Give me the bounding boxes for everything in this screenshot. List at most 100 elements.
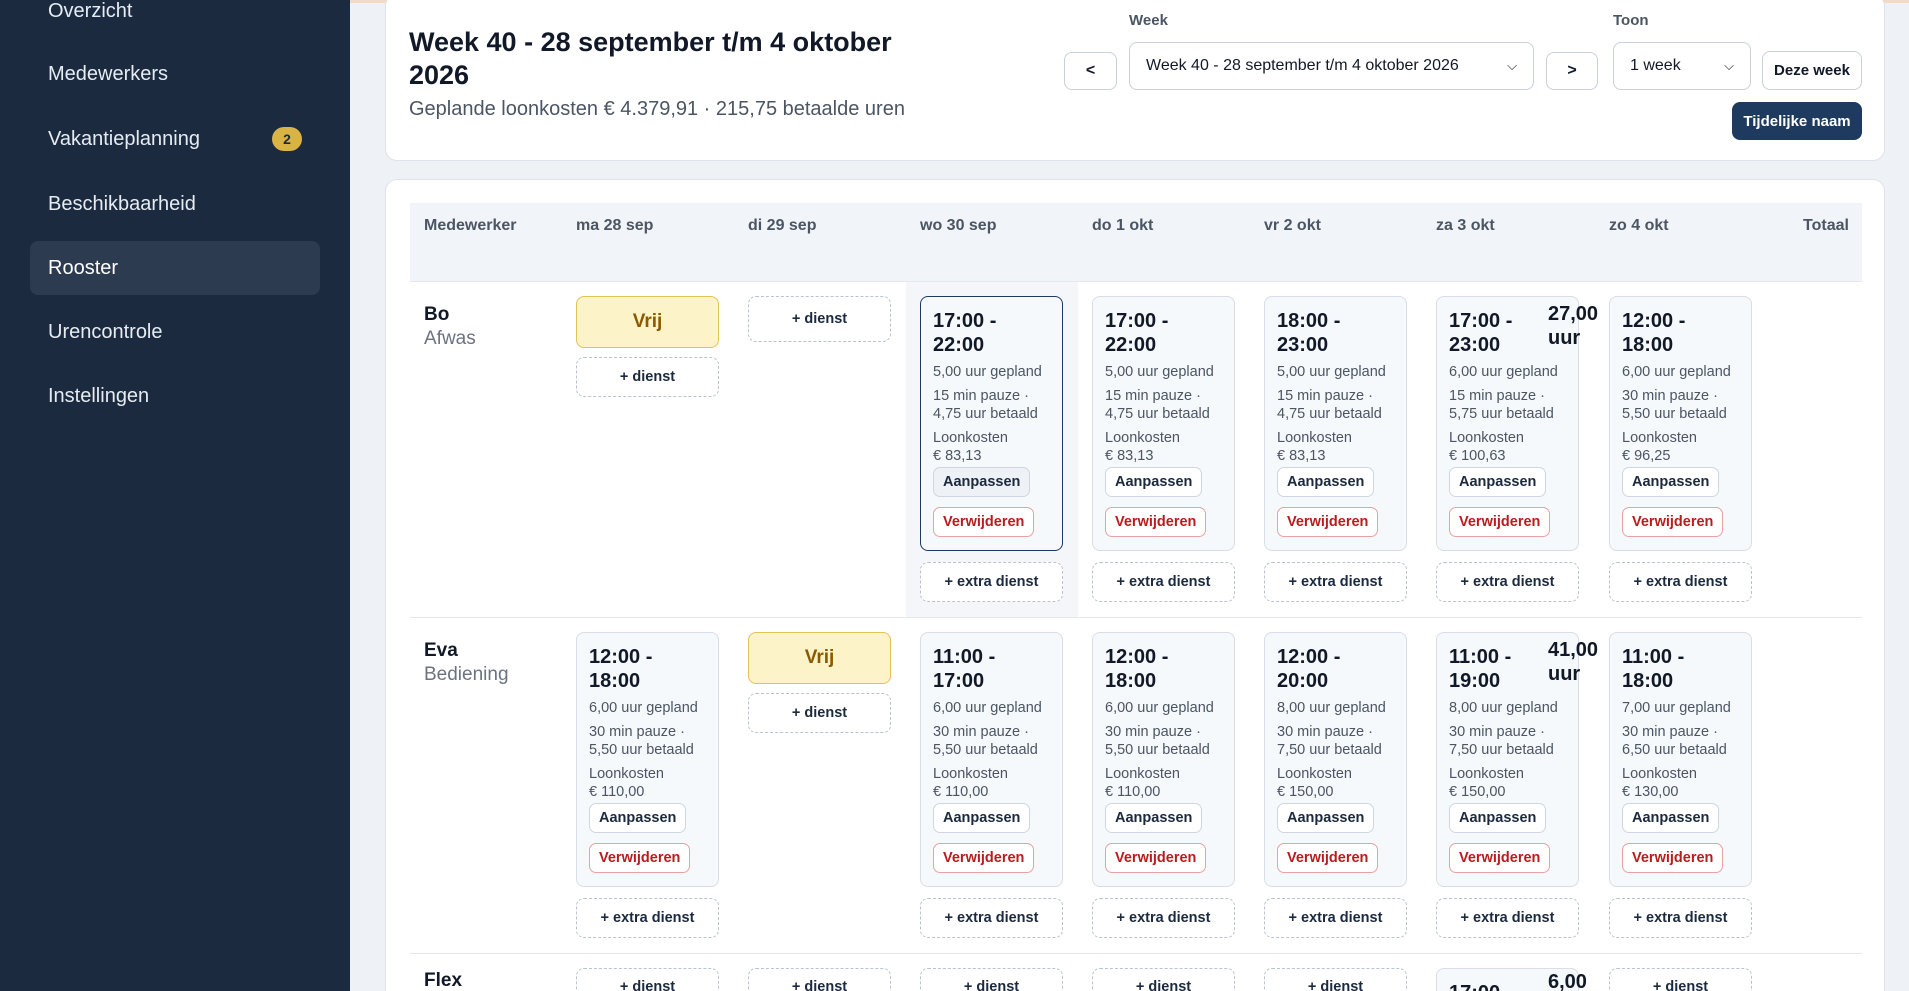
view-range-select[interactable]: 1 week ⌵ (1613, 42, 1751, 90)
sidebar-item-label: Urencontrole (48, 320, 163, 343)
column-header: vr 2 okt (1264, 217, 1321, 234)
add-shift-button[interactable]: + dienst (748, 296, 891, 342)
pause-info: 30 min pauze · (589, 724, 685, 740)
shift-card[interactable]: 11:00 - 17:00 6,00 uur gepland 30 min pa… (920, 632, 1063, 887)
table-row: Eva Bediening 12:00 - 18:00 6,00 uur gep… (410, 617, 1862, 953)
paid-hours: 4,75 uur betaald (1277, 406, 1382, 422)
delete-shift-button[interactable]: Verwijderen (933, 507, 1035, 537)
extra-shift-button[interactable]: + extra dienst (1436, 562, 1579, 602)
this-week-button[interactable]: Deze week (1762, 51, 1862, 90)
main-content: Week 40 - 28 september t/m 4 oktober 202… (350, 0, 1909, 991)
add-shift-button[interactable]: + dienst (920, 968, 1063, 991)
wage-label: Loonkosten (1105, 766, 1180, 782)
shift-card[interactable]: 12:00 - 20:00 8,00 uur gepland 30 min pa… (1264, 632, 1407, 887)
extra-shift-button[interactable]: + extra dienst (1609, 562, 1752, 602)
delete-shift-button[interactable]: Verwijderen (1622, 843, 1724, 873)
toon-label: Toon (1613, 12, 1649, 29)
extra-shift-button[interactable]: + extra dienst (1609, 898, 1752, 938)
extra-shift-button[interactable]: + extra dienst (920, 562, 1063, 602)
delete-shift-button[interactable]: Verwijderen (1277, 507, 1379, 537)
edit-shift-button[interactable]: Aanpassen (1449, 803, 1547, 833)
add-shift-button[interactable]: + dienst (748, 693, 891, 733)
shift-card[interactable]: 17:00 - 22:00 5,00 uur gepland 15 min pa… (920, 296, 1063, 551)
extra-shift-button[interactable]: + extra dienst (1092, 898, 1235, 938)
edit-shift-button[interactable]: Aanpassen (1105, 803, 1203, 833)
total-hours: 41,00 (1548, 639, 1599, 661)
total-unit: uur (1548, 327, 1581, 349)
sidebar-item-vakantieplanning[interactable]: Vakantieplanning 2 (30, 112, 320, 166)
extra-shift-button[interactable]: + extra dienst (920, 898, 1063, 938)
column-header: Medewerker (424, 217, 517, 234)
shift-card[interactable]: 18:00 - 23:00 5,00 uur gepland 15 min pa… (1264, 296, 1407, 551)
pause-info: 15 min pauze · (1277, 388, 1373, 404)
temporary-name-button[interactable]: Tijdelijke naam (1732, 102, 1862, 140)
extra-shift-button[interactable]: + extra dienst (576, 898, 719, 938)
count-badge: 2 (272, 127, 302, 151)
delete-shift-button[interactable]: Verwijderen (1449, 843, 1551, 873)
edit-shift-button[interactable]: Aanpassen (1622, 467, 1720, 497)
shift-start: 12:00 - (589, 646, 653, 668)
shift-card[interactable]: 12:00 - 18:00 6,00 uur gepland 30 min pa… (1609, 296, 1752, 551)
edit-shift-button[interactable]: Aanpassen (933, 803, 1031, 833)
sidebar-item-instellingen[interactable]: Instellingen (30, 369, 320, 423)
shift-end: 20:00 (1277, 670, 1329, 692)
sidebar-item-label: Overzicht (48, 0, 133, 22)
pause-info: 15 min pauze · (933, 388, 1029, 404)
delete-shift-button[interactable]: Verwijderen (1277, 843, 1379, 873)
employee-role: Bediening (424, 664, 509, 685)
extra-shift-button[interactable]: + extra dienst (1436, 898, 1579, 938)
table-row: Bo Afwas Vrij + dienst + dienst 17:00 - … (410, 281, 1862, 618)
add-shift-button[interactable]: + dienst (1264, 968, 1407, 991)
edit-shift-button[interactable]: Aanpassen (1105, 467, 1203, 497)
pause-info: 15 min pauze · (1449, 388, 1545, 404)
extra-shift-button[interactable]: + extra dienst (1092, 562, 1235, 602)
add-shift-button[interactable]: + dienst (748, 968, 891, 991)
shift-card[interactable]: 12:00 - 18:00 6,00 uur gepland 30 min pa… (576, 632, 719, 887)
add-shift-button[interactable]: + dienst (1609, 968, 1752, 991)
edit-shift-button[interactable]: Aanpassen (1622, 803, 1720, 833)
sidebar-item-beschikbaarheid[interactable]: Beschikbaarheid (30, 177, 320, 231)
sidebar-item-label: Beschikbaarheid (48, 192, 196, 215)
paid-hours: 5,75 uur betaald (1449, 406, 1554, 422)
delete-shift-button[interactable]: Verwijderen (589, 843, 691, 873)
paid-hours: 5,50 uur betaald (1105, 742, 1210, 758)
prev-week-button[interactable]: < (1064, 52, 1117, 90)
add-shift-button[interactable]: + dienst (1092, 968, 1235, 991)
column-header: ma 28 sep (576, 217, 654, 234)
shift-card[interactable]: 12:00 - 18:00 6,00 uur gepland 30 min pa… (1092, 632, 1235, 887)
week-label: Week (1129, 12, 1168, 29)
shift-start: 11:00 - (933, 646, 996, 668)
delete-shift-button[interactable]: Verwijderen (1449, 507, 1551, 537)
sidebar-item-label: Rooster (48, 256, 119, 279)
add-shift-button[interactable]: + dienst (576, 357, 719, 397)
shift-card[interactable]: 17:00 - 22:00 5,00 uur gepland 15 min pa… (1092, 296, 1235, 551)
column-header: wo 30 sep (920, 217, 997, 234)
delete-shift-button[interactable]: Verwijderen (1105, 507, 1207, 537)
wage-cost: € 83,13 (1277, 448, 1326, 464)
shift-card[interactable]: 11:00 - 18:00 7,00 uur gepland 30 min pa… (1609, 632, 1752, 887)
delete-shift-button[interactable]: Verwijderen (1105, 843, 1207, 873)
planned-hours: 8,00 uur gepland (1277, 700, 1386, 716)
extra-shift-button[interactable]: + extra dienst (1264, 562, 1407, 602)
edit-shift-button[interactable]: Aanpassen (589, 803, 687, 833)
sidebar-item-urencontrole[interactable]: Urencontrole (30, 305, 320, 359)
sidebar-item-overzicht[interactable]: Overzicht (30, 0, 320, 38)
shift-end: 23:00 (1277, 334, 1329, 356)
edit-shift-button[interactable]: Aanpassen (1277, 467, 1375, 497)
delete-shift-button[interactable]: Verwijderen (1622, 507, 1724, 537)
sidebar-item-rooster[interactable]: Rooster (30, 241, 320, 295)
paid-hours: 4,75 uur betaald (1105, 406, 1210, 422)
extra-shift-button[interactable]: + extra dienst (1264, 898, 1407, 938)
wage-cost: € 130,00 (1622, 784, 1679, 800)
planned-hours: 6,00 uur gepland (1105, 700, 1214, 716)
sidebar-item-medewerkers[interactable]: Medewerkers (30, 47, 320, 101)
shift-end: 22:00 (933, 334, 985, 356)
add-shift-button[interactable]: + dienst (576, 968, 719, 991)
week-select[interactable]: Week 40 - 28 september t/m 4 oktober 202… (1129, 42, 1534, 90)
delete-shift-button[interactable]: Verwijderen (933, 843, 1035, 873)
planned-hours: 6,00 uur gepland (1622, 364, 1731, 380)
edit-shift-button[interactable]: Aanpassen (1277, 803, 1375, 833)
edit-shift-button[interactable]: Aanpassen (933, 467, 1031, 497)
edit-shift-button[interactable]: Aanpassen (1449, 467, 1547, 497)
next-week-button[interactable]: > (1546, 52, 1598, 90)
